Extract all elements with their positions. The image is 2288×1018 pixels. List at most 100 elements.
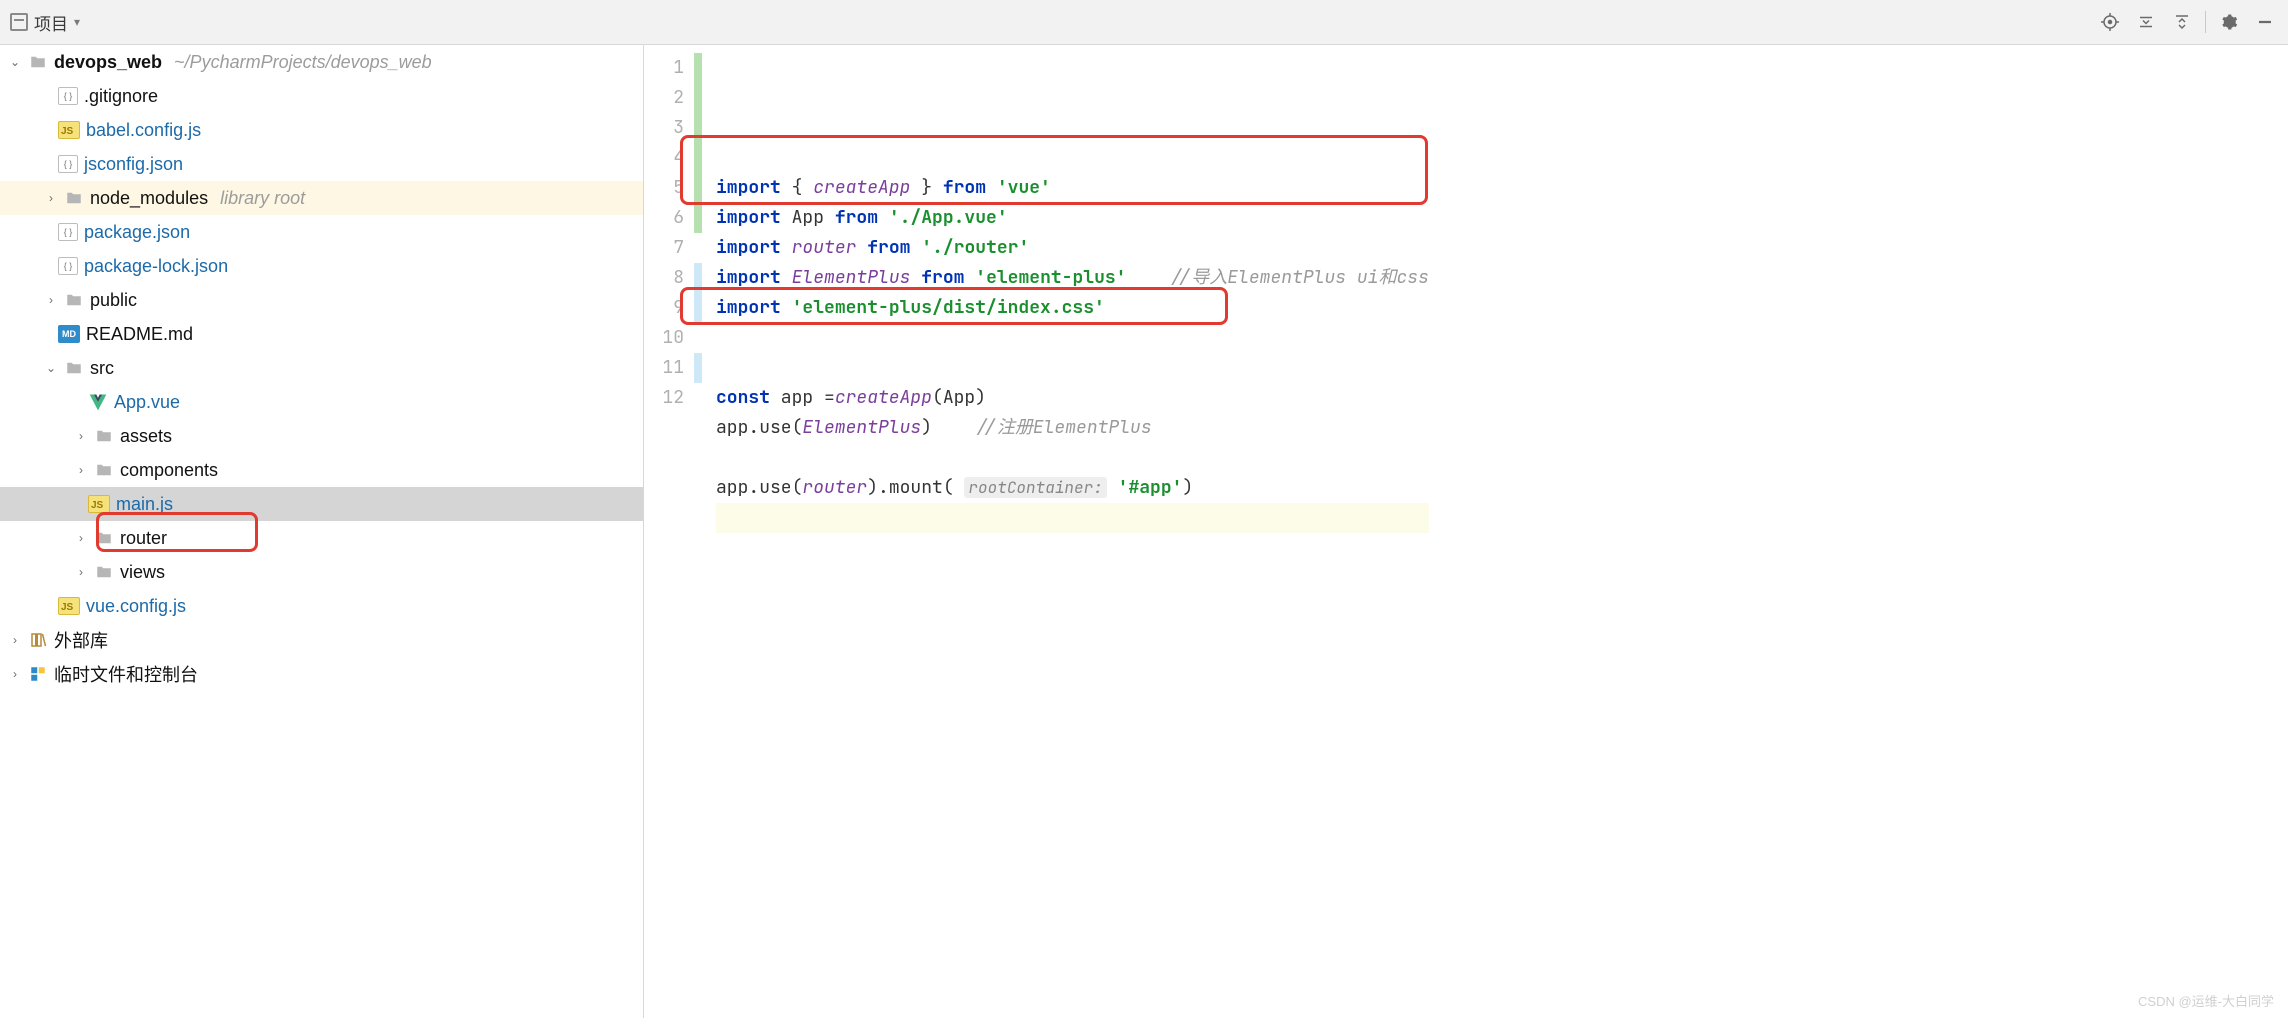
chevron-icon[interactable]: › — [74, 429, 88, 443]
line-number: 10 — [644, 323, 684, 353]
tree-item-components[interactable]: › components — [0, 453, 643, 487]
ext-lib-label: 外部库 — [54, 627, 108, 653]
tree-item-label: jsconfig.json — [84, 154, 183, 175]
project-label[interactable]: 项目 — [34, 10, 68, 35]
diff-marker — [694, 353, 702, 383]
tree-item-package-lock-json[interactable]: { } package-lock.json — [0, 249, 643, 283]
line-number: 8 — [644, 263, 684, 293]
tree-item-jsconfig-json[interactable]: { }jsconfig.json — [0, 147, 643, 181]
line-number: 4 — [644, 143, 684, 173]
code-line[interactable] — [716, 323, 1429, 353]
chevron-icon[interactable]: › — [44, 191, 58, 205]
diff-marker — [694, 233, 702, 263]
folder-icon — [64, 290, 84, 310]
locate-icon[interactable] — [2097, 9, 2123, 35]
tree-item-label: src — [90, 358, 114, 379]
diff-marker — [694, 143, 702, 173]
code-line[interactable]: app.use(ElementPlus) //注册ElementPlus — [716, 413, 1429, 443]
minimize-icon[interactable] — [2252, 9, 2278, 35]
project-tree[interactable]: ⌄ devops_web ~/PycharmProjects/devops_we… — [0, 45, 644, 1018]
root-name: devops_web — [54, 52, 162, 73]
line-number: 3 — [644, 113, 684, 143]
code-line[interactable]: import App from './App.vue' — [716, 203, 1429, 233]
line-number: 9 — [644, 293, 684, 323]
tree-item-package-json[interactable]: { } package.json — [0, 215, 643, 249]
tree-item-babel-config-js[interactable]: JSbabel.config.js — [0, 113, 643, 147]
toolbar: 项目 ▾ — [0, 0, 2288, 45]
line-number: 11 — [644, 353, 684, 383]
diff-marker — [694, 53, 702, 83]
gear-icon[interactable] — [2216, 9, 2242, 35]
code-line[interactable]: const app =createApp(App) — [716, 383, 1429, 413]
tree-item-public[interactable]: › public — [0, 283, 643, 317]
scratch-label: 临时文件和控制台 — [54, 661, 198, 687]
tree-item-assets[interactable]: ›assets — [0, 419, 643, 453]
tree-item-vue-config-js[interactable]: JSvue.config.js — [0, 589, 643, 623]
line-number: 2 — [644, 83, 684, 113]
folder-icon — [64, 358, 84, 378]
js-icon: JS — [58, 121, 80, 139]
folder-icon — [94, 426, 114, 446]
tree-item-readme-md[interactable]: MD README.md — [0, 317, 643, 351]
folder-icon — [94, 562, 114, 582]
diff-marker — [694, 383, 702, 413]
diff-marker — [694, 203, 702, 233]
tree-item-app-vue[interactable]: App.vue — [0, 385, 643, 419]
tree-item-router[interactable]: › router — [0, 521, 643, 555]
js-icon: JS — [58, 597, 80, 615]
diff-marker — [694, 173, 702, 203]
json-icon: { } — [58, 87, 78, 105]
code-line[interactable]: import ElementPlus from 'element-plus' /… — [716, 263, 1429, 293]
tree-item-note: library root — [220, 188, 305, 209]
tree-item-label: components — [120, 460, 218, 481]
chevron-icon[interactable]: › — [74, 565, 88, 579]
line-number: 6 — [644, 203, 684, 233]
code-line[interactable]: import router from './router' — [716, 233, 1429, 263]
tree-item-main-js[interactable]: JSmain.js — [0, 487, 643, 521]
tree-item-label: README.md — [86, 324, 193, 345]
code-line[interactable] — [716, 353, 1429, 383]
chevron-icon[interactable]: › — [44, 293, 58, 307]
tree-item-label: package-lock.json — [84, 256, 228, 277]
external-libraries[interactable]: › 外部库 — [0, 623, 643, 657]
code-line[interactable] — [716, 503, 1429, 533]
chevron-icon[interactable]: ⌄ — [44, 361, 58, 375]
tree-item-label: router — [120, 528, 167, 549]
chevron-icon[interactable]: › — [74, 463, 88, 477]
line-number: 12 — [644, 383, 684, 413]
scratches[interactable]: › 临时文件和控制台 — [0, 657, 643, 691]
diff-marker — [694, 83, 702, 113]
line-gutter: 123456789101112 — [644, 45, 694, 1018]
tree-item-label: App.vue — [114, 392, 180, 413]
tree-item-label: views — [120, 562, 165, 583]
chevron-icon[interactable]: › — [74, 531, 88, 545]
chevron-down-icon[interactable]: ▾ — [74, 15, 80, 29]
code-line[interactable]: app.use(router).mount( rootContainer: '#… — [716, 473, 1429, 503]
line-number: 5 — [644, 173, 684, 203]
code-line[interactable]: import 'element-plus/dist/index.css' — [716, 293, 1429, 323]
diff-marker — [694, 113, 702, 143]
js-icon: JS — [88, 495, 110, 513]
json-icon: { } — [58, 257, 78, 275]
tree-item-node-modules[interactable]: ›node_moduleslibrary root — [0, 181, 643, 215]
code-line[interactable]: import { createApp } from 'vue' — [716, 173, 1429, 203]
tree-root[interactable]: ⌄ devops_web ~/PycharmProjects/devops_we… — [0, 45, 643, 79]
tree-item-label: package.json — [84, 222, 190, 243]
json-icon: { } — [58, 223, 78, 241]
diff-bar — [694, 45, 702, 1018]
code-editor[interactable]: 123456789101112 import { createApp } fro… — [644, 45, 2288, 1018]
tree-item-src[interactable]: ⌄ src — [0, 351, 643, 385]
expand-all-icon[interactable] — [2133, 9, 2159, 35]
code-area[interactable]: import { createApp } from 'vue'import Ap… — [702, 45, 1429, 1018]
vue-icon — [88, 392, 108, 412]
md-icon: MD — [58, 325, 80, 343]
folder-icon — [28, 52, 48, 72]
tree-item--gitignore[interactable]: { }.gitignore — [0, 79, 643, 113]
code-line[interactable] — [716, 443, 1429, 473]
scratch-icon — [28, 664, 48, 684]
line-number: 7 — [644, 233, 684, 263]
collapse-all-icon[interactable] — [2169, 9, 2195, 35]
tree-item-label: public — [90, 290, 137, 311]
tree-item-views[interactable]: › views — [0, 555, 643, 589]
diff-marker — [694, 263, 702, 293]
